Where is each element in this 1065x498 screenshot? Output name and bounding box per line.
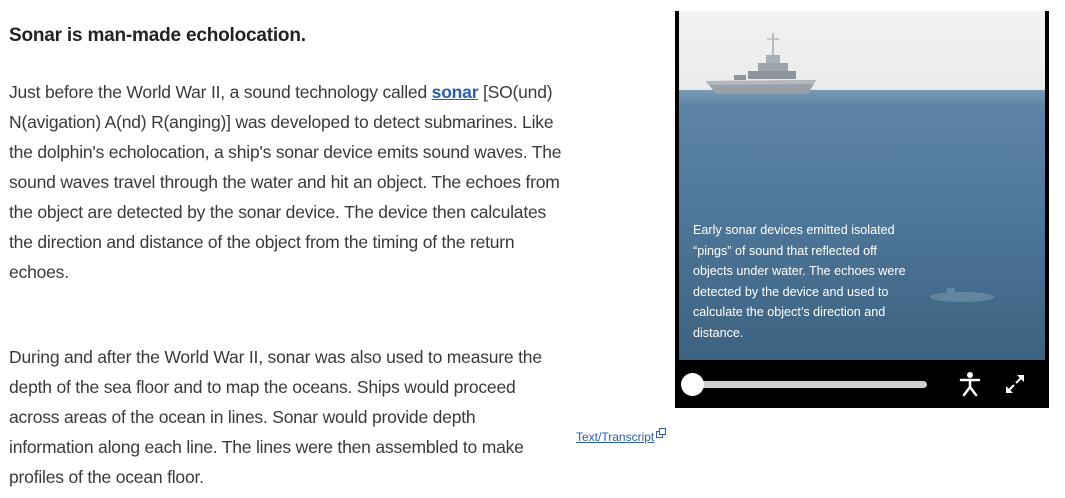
transcript-link[interactable]: Text/Transcript: [576, 430, 654, 444]
progress-knob[interactable]: [681, 373, 704, 396]
submarine-illustration: [930, 288, 994, 302]
accessibility-icon[interactable]: [959, 371, 981, 397]
progress-track[interactable]: [693, 381, 927, 388]
section-heading: Sonar is man-made echolocation.: [9, 25, 306, 46]
video-controls: [675, 360, 1049, 408]
paragraph-sonar-intro: Just before the World War II, a sound te…: [9, 77, 564, 287]
fullscreen-icon[interactable]: [1004, 373, 1026, 395]
transcript-link-container[interactable]: Text/Transcript: [576, 428, 667, 444]
video-frame: Early sonar devices emitted isolated “pi…: [679, 11, 1045, 360]
paragraph-sonar-mapping: During and after the World War II, sonar…: [9, 347, 542, 487]
video-player[interactable]: Early sonar devices emitted isolated “pi…: [675, 11, 1049, 408]
paragraph-text: [SO(und) N(avigation) A(nd) R(anging)] w…: [9, 82, 562, 282]
paragraph-text: Just before the World War II, a sound te…: [9, 82, 432, 102]
battleship-illustration: [706, 33, 816, 94]
sonar-glossary-link[interactable]: sonar: [432, 82, 479, 102]
external-window-icon: [656, 428, 667, 438]
video-caption: Early sonar devices emitted isolated “pi…: [693, 223, 906, 340]
